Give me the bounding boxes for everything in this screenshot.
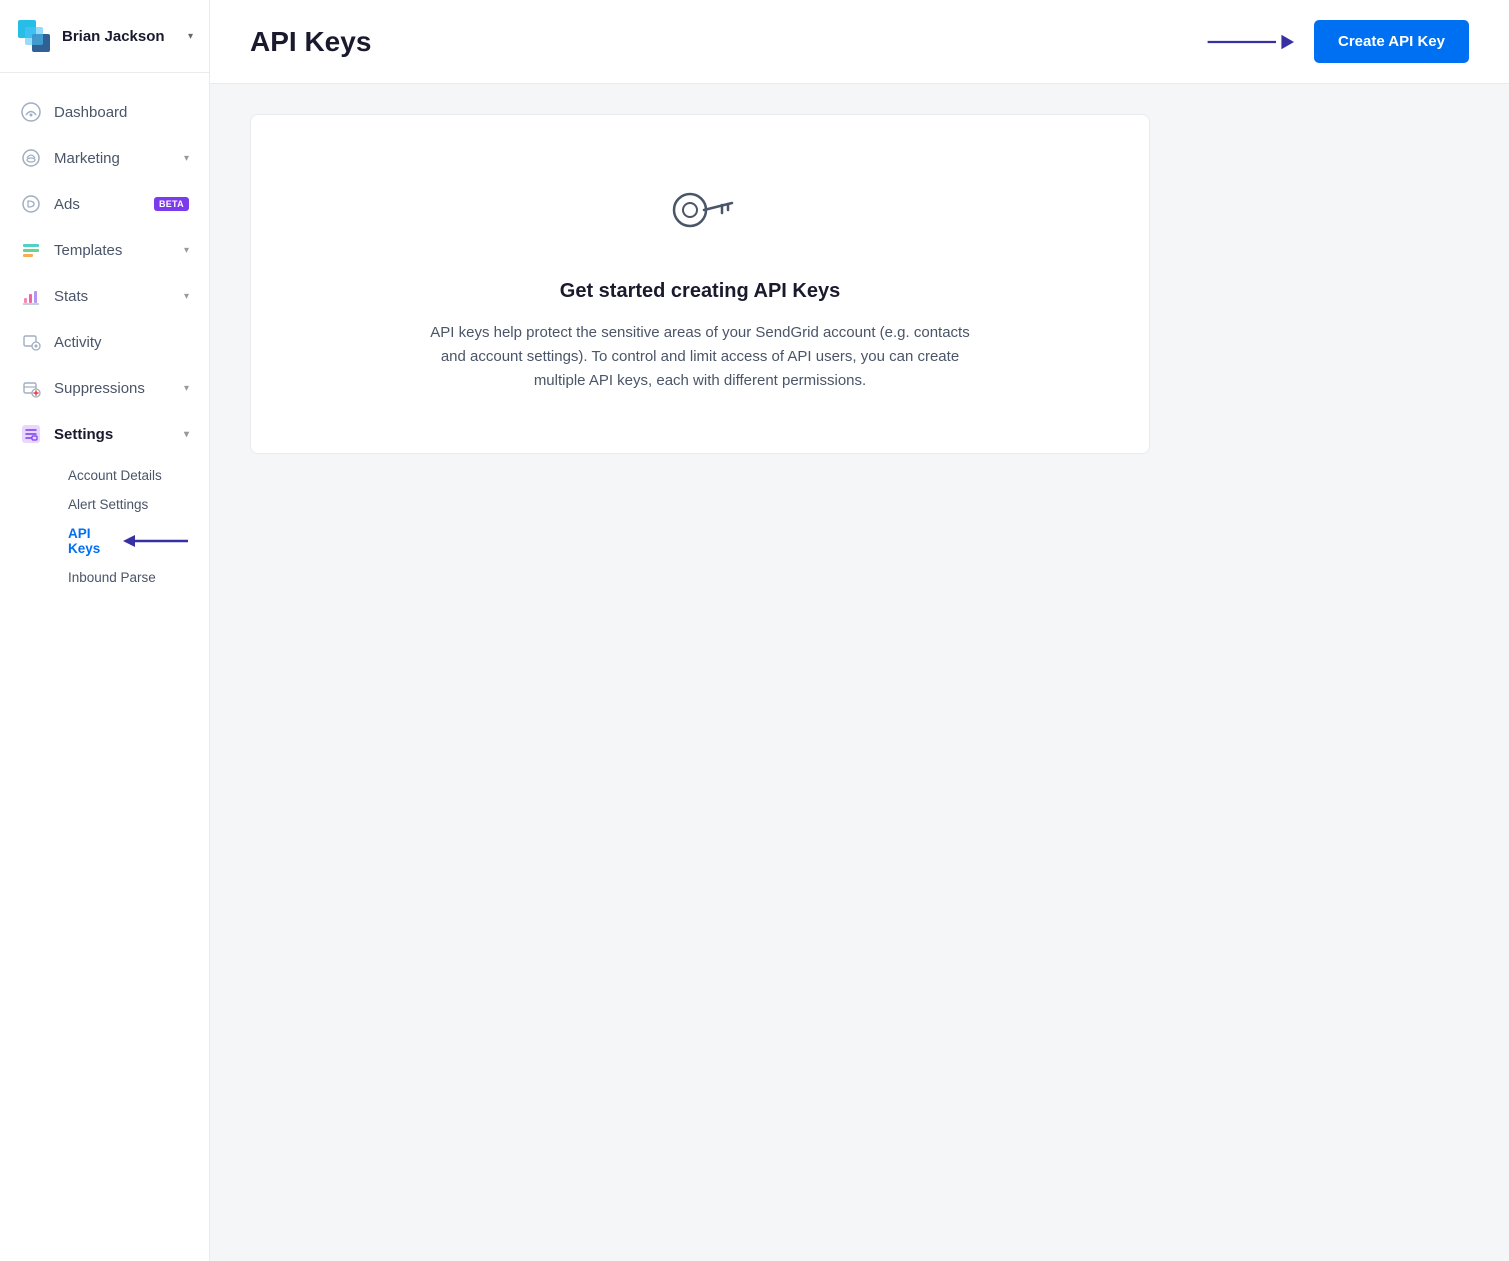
subnav-api-keys[interactable]: API Keys xyxy=(52,519,209,563)
dashboard-icon xyxy=(20,101,42,123)
empty-state-description: API keys help protect the sensitive area… xyxy=(420,321,980,393)
beta-badge: BETA xyxy=(154,197,189,211)
stats-icon xyxy=(20,285,42,307)
marketing-chevron-icon: ▾ xyxy=(184,153,189,164)
suppressions-icon xyxy=(20,377,42,399)
header-actions: Create API Key xyxy=(1204,20,1469,63)
main-body: Get started creating API Keys API keys h… xyxy=(210,84,1509,1261)
settings-label: Settings xyxy=(54,426,172,443)
main-content: API Keys Create API Key xyxy=(210,0,1509,1261)
arrow-left-annotation xyxy=(123,531,193,551)
username: Brian Jackson xyxy=(62,28,178,45)
empty-state-card: Get started creating API Keys API keys h… xyxy=(250,114,1150,454)
create-api-key-button[interactable]: Create API Key xyxy=(1314,20,1469,63)
user-chevron-icon: ▾ xyxy=(188,31,193,42)
key-icon xyxy=(660,175,740,260)
stats-label: Stats xyxy=(54,288,172,305)
activity-label: Activity xyxy=(54,334,189,351)
suppressions-chevron-icon: ▾ xyxy=(184,383,189,394)
subnav-alert-settings[interactable]: Alert Settings xyxy=(52,490,209,519)
empty-state-heading: Get started creating API Keys xyxy=(560,280,840,303)
settings-chevron-icon: ▾ xyxy=(184,429,189,440)
subnav-inbound-parse[interactable]: Inbound Parse xyxy=(52,563,209,592)
templates-icon xyxy=(20,239,42,261)
settings-icon xyxy=(20,423,42,445)
activity-icon xyxy=(20,331,42,353)
arrow-right-annotation xyxy=(1204,28,1294,56)
page-header: API Keys Create API Key xyxy=(210,0,1509,84)
templates-label: Templates xyxy=(54,242,172,259)
sidebar-item-activity[interactable]: Activity xyxy=(0,319,209,365)
sidebar-item-ads[interactable]: Ads BETA xyxy=(0,181,209,227)
stats-chevron-icon: ▾ xyxy=(184,291,189,302)
brand-logo xyxy=(16,18,52,54)
sidebar-item-settings[interactable]: Settings ▾ xyxy=(0,411,209,457)
settings-subnav: Account Details Alert Settings API Keys … xyxy=(0,457,209,596)
suppressions-label: Suppressions xyxy=(54,380,172,397)
dashboard-label: Dashboard xyxy=(54,104,189,121)
sidebar: Brian Jackson ▾ Dashboard xyxy=(0,0,210,1261)
sidebar-item-stats[interactable]: Stats ▾ xyxy=(0,273,209,319)
sidebar-item-dashboard[interactable]: Dashboard xyxy=(0,89,209,135)
templates-chevron-icon: ▾ xyxy=(184,245,189,256)
page-title: API Keys xyxy=(250,26,371,58)
sidebar-item-marketing[interactable]: Marketing ▾ xyxy=(0,135,209,181)
marketing-icon xyxy=(20,147,42,169)
ads-icon xyxy=(20,193,42,215)
sidebar-item-templates[interactable]: Templates ▾ xyxy=(0,227,209,273)
marketing-label: Marketing xyxy=(54,150,172,167)
ads-label: Ads xyxy=(54,196,142,213)
user-menu[interactable]: Brian Jackson ▾ xyxy=(0,0,209,73)
main-nav: Dashboard Marketing ▾ Ads xyxy=(0,73,209,1261)
sidebar-item-suppressions[interactable]: Suppressions ▾ xyxy=(0,365,209,411)
subnav-account-details[interactable]: Account Details xyxy=(52,461,209,490)
